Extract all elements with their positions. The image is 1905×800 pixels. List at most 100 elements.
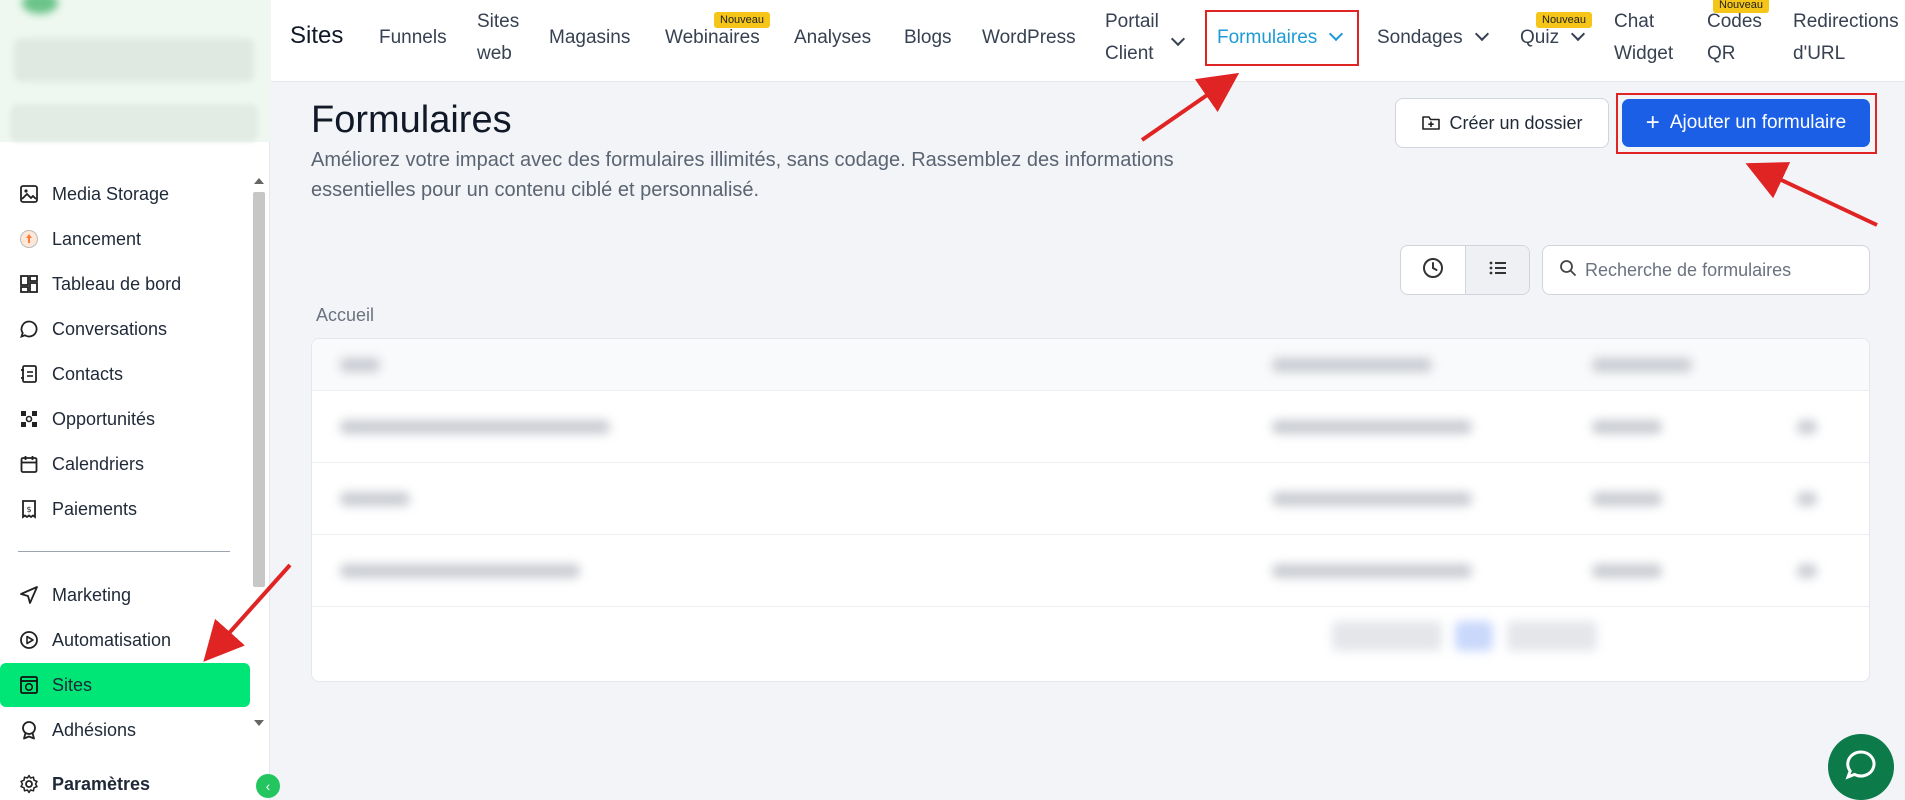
tab-sites-web[interactable]: Sites web — [477, 6, 519, 70]
globe-window-icon — [18, 674, 40, 696]
sidebar-item-label: Paiements — [52, 498, 138, 519]
search-blurred[interactable] — [10, 104, 258, 142]
sidebar-item-label: Tableau de bord — [52, 273, 182, 294]
sidebar-item-label: Conversations — [52, 318, 168, 339]
sidebar-item-tableau-de-bord[interactable]: Tableau de bord — [0, 262, 250, 306]
table-header — [312, 339, 1869, 391]
section-title: Sites — [290, 22, 344, 49]
svg-text:$: $ — [26, 505, 31, 514]
row-cell — [1592, 564, 1662, 578]
scroll-up-icon[interactable] — [254, 178, 264, 184]
tab-portail-client[interactable]: Portail Client — [1105, 6, 1159, 70]
create-folder-label: Créer un dossier — [1449, 112, 1583, 133]
search-input[interactable] — [1585, 259, 1865, 281]
sidebar-item-paiements[interactable]: $ Paiements — [0, 487, 250, 531]
row-cell — [1272, 420, 1472, 434]
sidebar-item-calendriers[interactable]: Calendriers — [0, 442, 250, 486]
view-toggle — [1400, 245, 1530, 295]
tab-label-line1: Redirections — [1793, 11, 1899, 32]
tab-sondages[interactable]: Sondages — [1377, 22, 1489, 54]
annotation-box-add-form — [1616, 93, 1877, 154]
tab-magasins[interactable]: Magasins — [549, 22, 630, 54]
tab-redirections-url[interactable]: Redirections d'URL — [1793, 6, 1899, 70]
sidebar-item-label: Automatisation — [52, 629, 172, 650]
arrow-to-add-form — [1745, 162, 1878, 227]
sidebar-item-label: Adhésions — [52, 719, 137, 740]
pagination-page[interactable] — [1455, 621, 1493, 651]
tab-label-line1: Portail — [1105, 11, 1159, 32]
rocket-icon — [18, 228, 40, 250]
tab-label-line1: Sites — [477, 11, 520, 32]
clock-icon — [1422, 257, 1444, 284]
sidebar-item-label: Opportunités — [52, 408, 156, 429]
tab-label: Quiz — [1520, 27, 1560, 48]
tab-label-line1: Codes — [1707, 11, 1762, 32]
header-cell — [1272, 358, 1432, 372]
sidebar-item-conversations[interactable]: Conversations — [0, 307, 250, 351]
list-view-button[interactable] — [1465, 246, 1529, 294]
row-cell — [1592, 492, 1662, 506]
pagination-prev[interactable] — [1332, 621, 1442, 651]
logo-blurred — [22, 0, 58, 14]
new-badge: Nouveau — [714, 12, 771, 28]
table-row[interactable] — [312, 391, 1869, 463]
create-folder-button[interactable]: Créer un dossier — [1395, 98, 1609, 148]
row-cell — [1272, 492, 1472, 506]
chevron-down-icon — [1474, 26, 1489, 42]
header-cell — [1592, 358, 1692, 372]
row-actions[interactable] — [1797, 420, 1817, 434]
sidebar-item-label: Media Storage — [52, 183, 170, 204]
receipt-icon: $ — [18, 498, 40, 520]
scroll-down-icon[interactable] — [254, 720, 264, 726]
tab-label-line2: web — [477, 43, 512, 64]
search-box — [1542, 245, 1870, 295]
table-row[interactable] — [312, 535, 1869, 607]
tab-label-line2: d'URL — [1793, 43, 1846, 64]
table-row[interactable] — [312, 463, 1869, 535]
page-subtitle: Améliorez votre impact avec des formulai… — [311, 149, 1174, 201]
sidebar-item-automatisation[interactable]: Automatisation — [0, 618, 250, 662]
sidebar-item-adhesions[interactable]: Adhésions — [0, 708, 250, 752]
tab-codes-qr[interactable]: Codes QR — [1707, 6, 1762, 70]
sidebar-item-label: Marketing — [52, 584, 132, 605]
chevron-down-icon — [1170, 31, 1186, 47]
row-actions[interactable] — [1797, 564, 1817, 578]
sidebar-item-opportunites[interactable]: Opportunités — [0, 397, 250, 441]
chat-widget-button[interactable] — [1828, 734, 1894, 800]
dashboard-icon — [18, 273, 40, 295]
contact-book-icon — [18, 363, 40, 385]
sidebar-item-sites[interactable]: Sites — [0, 663, 250, 707]
sidebar-scrollbar[interactable] — [250, 172, 268, 742]
page-title: Formulaires — [311, 99, 512, 141]
row-cell — [340, 420, 610, 434]
tab-chat-widget[interactable]: Chat Widget — [1614, 6, 1673, 70]
row-actions[interactable] — [1797, 492, 1817, 506]
sidebar-item-parametres[interactable]: Paramètres — [0, 762, 250, 800]
sidebar-item-contacts[interactable]: Contacts — [0, 352, 250, 396]
sidebar-item-marketing[interactable]: Marketing — [0, 573, 250, 617]
sidebar-item-media-storage[interactable]: Media Storage — [0, 172, 250, 216]
calendar-icon — [18, 453, 40, 475]
breadcrumb[interactable]: Accueil — [316, 305, 374, 326]
recent-view-button[interactable] — [1401, 246, 1465, 294]
sidebar-item-lancement[interactable]: Lancement — [0, 217, 250, 261]
scrollbar-thumb[interactable] — [253, 192, 265, 587]
tab-analyses[interactable]: Analyses — [794, 22, 871, 54]
header-cell — [340, 358, 380, 372]
image-icon — [18, 183, 40, 205]
chat-bubble-icon — [18, 318, 40, 340]
tab-blogs[interactable]: Blogs — [904, 22, 952, 54]
account-switcher-blurred[interactable] — [14, 38, 254, 82]
tab-wordpress[interactable]: WordPress — [982, 22, 1076, 54]
annotation-box-formulaires — [1205, 10, 1359, 66]
tab-label: Sondages — [1377, 27, 1463, 48]
chevron-left-icon: ‹ — [265, 778, 271, 794]
tab-label-line2: QR — [1707, 43, 1736, 64]
gear-icon — [18, 773, 40, 795]
chat-bubble-icon — [1842, 746, 1880, 789]
collapse-sidebar-button[interactable]: ‹ — [256, 774, 280, 798]
tab-funnels[interactable]: Funnels — [379, 22, 447, 54]
pagination-next[interactable] — [1507, 621, 1597, 651]
badge-icon — [18, 719, 40, 741]
sidebar-item-label: Paramètres — [52, 773, 151, 794]
